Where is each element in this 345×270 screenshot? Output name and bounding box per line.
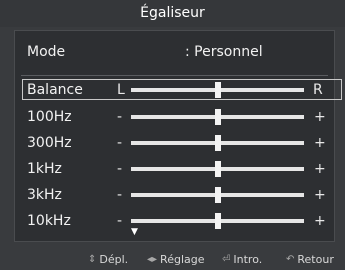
band-row-10khz[interactable]: 10kHz - + xyxy=(15,210,336,235)
mode-value: : Personnel xyxy=(185,44,263,60)
band-slider-knob[interactable] xyxy=(214,187,221,203)
band-label: 300Hz xyxy=(27,135,72,151)
band-minus: - xyxy=(117,213,123,229)
band-row-300hz[interactable]: 300Hz - + xyxy=(15,132,336,157)
band-minus: - xyxy=(117,161,123,177)
band-label: 1kHz xyxy=(27,161,62,177)
menu-title: Égaliseur xyxy=(0,0,345,27)
band-plus: + xyxy=(314,187,326,203)
band-minus: - xyxy=(117,135,123,151)
balance-right-label: R xyxy=(313,82,323,98)
enter-icon: ⏎ xyxy=(222,254,231,265)
band-label: 10kHz xyxy=(27,213,71,229)
band-label: 3kHz xyxy=(27,187,62,203)
band-row-3khz[interactable]: 3kHz - + xyxy=(15,184,336,209)
footer-guide: ⇕ Dépl. ◂▸ Réglage ⏎ Intro. ↶ Retour xyxy=(0,248,345,270)
band-minus: - xyxy=(117,109,123,125)
band-plus: + xyxy=(314,109,326,125)
footer-enter-label: Intro. xyxy=(233,253,263,266)
band-slider-knob[interactable] xyxy=(214,213,221,229)
balance-label: Balance xyxy=(27,82,83,98)
band-plus: + xyxy=(314,161,326,177)
mode-label: Mode xyxy=(27,44,66,60)
footer-back-label: Retour xyxy=(297,253,334,266)
band-minus: - xyxy=(117,187,123,203)
band-slider-knob[interactable] xyxy=(214,109,221,125)
balance-left-label: L xyxy=(117,82,125,98)
equalizer-panel: Mode : Personnel Balance L R 100Hz - + 3… xyxy=(14,30,342,242)
band-label: 100Hz xyxy=(27,109,72,125)
band-plus: + xyxy=(314,135,326,151)
footer-enter: ⏎ Intro. xyxy=(222,253,262,266)
mode-row[interactable]: Mode : Personnel xyxy=(15,41,336,66)
up-down-arrows-icon: ⇕ xyxy=(88,254,97,265)
divider xyxy=(21,75,328,76)
balance-row[interactable]: Balance L R xyxy=(15,79,336,104)
footer-move: ⇕ Dépl. xyxy=(88,253,128,266)
scroll-down-icon[interactable]: ▼ xyxy=(131,227,138,237)
band-slider-knob[interactable] xyxy=(214,135,221,151)
equalizer-osd: Égaliseur Mode : Personnel Balance L R 1… xyxy=(0,0,345,270)
footer-adjust: ◂▸ Réglage xyxy=(147,253,205,266)
band-row-100hz[interactable]: 100Hz - + xyxy=(15,106,336,131)
band-row-1khz[interactable]: 1kHz - + xyxy=(15,158,336,183)
band-slider-knob[interactable] xyxy=(214,161,221,177)
footer-back: ↶ Retour xyxy=(286,253,334,266)
band-plus: + xyxy=(314,213,326,229)
balance-slider-knob[interactable] xyxy=(214,82,221,98)
return-icon: ↶ xyxy=(286,254,295,265)
footer-move-label: Dépl. xyxy=(99,253,129,266)
footer-adjust-label: Réglage xyxy=(160,253,205,266)
left-right-arrows-icon: ◂▸ xyxy=(147,254,158,265)
